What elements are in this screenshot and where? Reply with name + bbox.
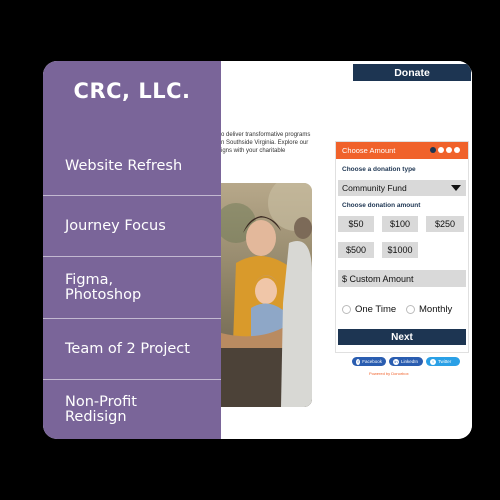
donation-type-label: Choose a donation type	[342, 166, 416, 173]
donation-type-value: Community Fund	[342, 183, 407, 193]
step-dot	[446, 147, 452, 153]
facebook-share-button[interactable]: f Facebook	[352, 357, 386, 366]
donation-type-select[interactable]: Community Fund	[338, 180, 466, 196]
custom-amount-input[interactable]: $ Custom Amount	[338, 270, 466, 287]
linkedin-share-button[interactable]: in LinkedIn	[389, 357, 423, 366]
twitter-share-button[interactable]: t Twitter	[426, 357, 460, 366]
sidebar-item-journey-focus: Journey Focus	[43, 195, 221, 256]
twitter-label: Twitter	[438, 359, 452, 364]
one-time-label: One Time	[355, 303, 397, 315]
radio-icon	[342, 304, 351, 314]
linkedin-label: LinkedIn	[401, 359, 419, 364]
step-dot	[430, 147, 436, 153]
step-dot	[454, 147, 460, 153]
sidebar-item-label: Figma, Photoshop	[65, 271, 142, 303]
sidebar-item-label: Team of 2 Project	[65, 340, 190, 357]
form-header-label: Choose Amount	[342, 146, 396, 155]
project-sidebar: CRC, LLC. Website Refresh Journey Focus …	[43, 61, 221, 439]
amount-button-500[interactable]: $500	[338, 242, 374, 258]
powered-by-text: Powered by Donorbox	[369, 371, 409, 376]
amount-button-50[interactable]: $50	[338, 216, 374, 232]
brand-title: CRC, LLC.	[73, 79, 191, 103]
step-dots	[430, 147, 460, 153]
sidebar-item-label: Non-Profit Redisign	[65, 393, 137, 425]
amount-button-250[interactable]: $250	[426, 216, 464, 232]
monthly-radio[interactable]: Monthly	[406, 302, 452, 316]
chevron-down-icon	[451, 185, 461, 191]
one-time-radio[interactable]: One Time	[342, 302, 396, 316]
family-photo-illustration	[221, 183, 312, 407]
intro-line: igns with your charitable	[221, 148, 286, 154]
radio-icon	[406, 304, 415, 314]
facebook-icon: f	[356, 358, 361, 365]
sidebar-item-website-refresh: Website Refresh	[43, 137, 221, 195]
sidebar-item-label: Website Refresh	[65, 157, 183, 174]
donation-amount-label: Choose donation amount	[342, 202, 421, 209]
donation-form: Choose Amount Choose a donation type Com…	[335, 141, 469, 353]
sidebar-item-team: Team of 2 Project	[43, 318, 221, 379]
choose-amount-header: Choose Amount	[336, 142, 468, 159]
next-button[interactable]: Next	[338, 329, 466, 345]
twitter-icon: t	[430, 358, 436, 365]
sidebar-item-label: Journey Focus	[65, 217, 166, 234]
donate-button[interactable]: Donate	[353, 64, 471, 81]
linkedin-icon: in	[393, 358, 399, 365]
family-photo	[221, 183, 312, 407]
intro-line: n Southside Virginia. Explore our	[221, 140, 309, 146]
sidebar-item-redesign: Non-Profit Redisign	[43, 379, 221, 439]
intro-text: o deliver transformative programs n Sout…	[221, 131, 326, 155]
amount-button-100[interactable]: $100	[382, 216, 418, 232]
facebook-label: Facebook	[362, 359, 382, 364]
step-dot	[438, 147, 444, 153]
intro-line: o deliver transformative programs	[221, 132, 311, 138]
sidebar-item-tools: Figma, Photoshop	[43, 256, 221, 318]
portfolio-card: CRC, LLC. Website Refresh Journey Focus …	[43, 61, 472, 439]
amount-button-1000[interactable]: $1000	[382, 242, 418, 258]
monthly-label: Monthly	[419, 303, 453, 315]
website-mockup: Donate o deliver transformative programs…	[221, 61, 472, 439]
